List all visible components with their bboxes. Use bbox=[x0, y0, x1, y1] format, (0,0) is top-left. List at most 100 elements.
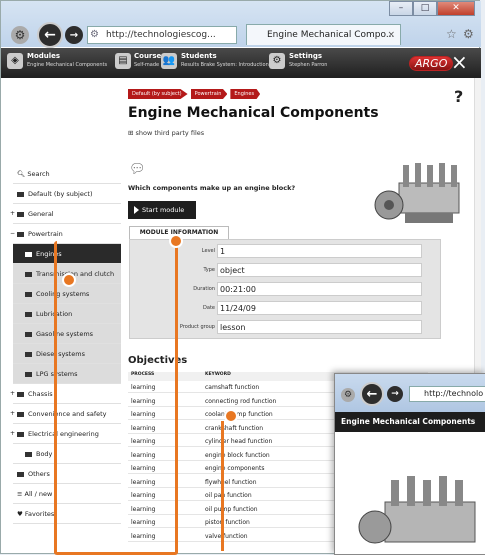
modules-menu[interactable]: Modules Engine Mechanical Components bbox=[27, 52, 107, 69]
folder-icon bbox=[17, 231, 24, 237]
folder-icon bbox=[17, 471, 24, 477]
settings-gear-icon: ⚙ bbox=[269, 53, 285, 69]
sidebar-item-label: General bbox=[28, 210, 54, 218]
info-value: lesson bbox=[217, 320, 422, 334]
courses-icon: ▤ bbox=[115, 53, 131, 69]
collapse-icon[interactable]: − bbox=[10, 224, 15, 244]
folder-icon bbox=[17, 191, 24, 197]
modules-title: Modules bbox=[27, 52, 61, 60]
keyword-cell: engine components bbox=[205, 465, 265, 472]
minimize-button[interactable]: – bbox=[389, 1, 413, 16]
column-header: KEYWORD bbox=[205, 372, 231, 377]
folder-icon bbox=[25, 311, 32, 317]
students-title: Students bbox=[181, 52, 217, 60]
settings-subtitle: Stephen Parron bbox=[289, 62, 328, 68]
info-value: object bbox=[217, 263, 422, 277]
preview-address-bar[interactable]: http://technolo bbox=[409, 386, 485, 402]
expand-icon[interactable]: + bbox=[10, 384, 15, 404]
sidebar-item-label: Search bbox=[27, 170, 50, 178]
highlight-marker bbox=[169, 234, 183, 248]
site-icon: ⚙ bbox=[90, 29, 99, 40]
students-subtitle: Results Brake System: Introduction bbox=[181, 62, 269, 68]
folder-icon bbox=[25, 291, 32, 297]
argo-logo: ARGO bbox=[409, 56, 454, 71]
address-bar[interactable]: http://technologiescog... bbox=[87, 26, 237, 44]
folder-icon bbox=[17, 391, 24, 397]
app-header: ◈ Modules Engine Mechanical Components ▤… bbox=[1, 48, 481, 78]
third-party-toggle[interactable]: ⊞ show third party files bbox=[128, 129, 204, 137]
start-module-button[interactable]: Start module bbox=[128, 201, 196, 219]
students-menu[interactable]: Students Results Brake System: Introduct… bbox=[181, 52, 269, 69]
keyword-cell: engine block function bbox=[205, 451, 270, 459]
keyword-cell: oil pump function bbox=[205, 505, 258, 513]
keyword-cell: connecting rod function bbox=[205, 397, 277, 405]
keyword-cell: camshaft function bbox=[205, 384, 260, 391]
info-value: 1 bbox=[217, 244, 422, 258]
close-window-button[interactable]: ✕ bbox=[437, 1, 475, 16]
highlight-marker bbox=[62, 273, 76, 287]
folder-icon bbox=[25, 331, 32, 337]
keyword-cell: valve function bbox=[205, 532, 248, 540]
expand-icon[interactable]: + bbox=[10, 404, 15, 424]
preview-forward-icon[interactable]: → bbox=[387, 386, 403, 402]
third-party-label: show third party files bbox=[135, 129, 205, 137]
sidebar-item-default[interactable]: Default (by subject) bbox=[13, 184, 121, 204]
favorites-star-icon[interactable]: ☆ bbox=[446, 27, 457, 41]
forward-arrow-icon[interactable]: → bbox=[65, 26, 83, 44]
preview-toolbar: ⚙ ← → http://technolo bbox=[335, 374, 485, 412]
tab-close-icon[interactable]: × bbox=[387, 25, 395, 45]
sidebar-item-label: All / new bbox=[24, 490, 53, 498]
keyword-cell: piston function bbox=[205, 519, 250, 526]
tools-gear-icon[interactable]: ⚙ bbox=[463, 27, 474, 41]
breadcrumb-item[interactable]: Engines bbox=[230, 89, 261, 99]
info-value: 11/24/09 bbox=[217, 301, 422, 315]
expand-icon[interactable]: + bbox=[10, 424, 15, 444]
keyword-cell: crankshaft function bbox=[205, 424, 264, 432]
sidebar-item-label: Others bbox=[28, 470, 50, 478]
help-icon[interactable]: ? bbox=[454, 87, 463, 106]
sidebar-item-label: Favorites bbox=[24, 510, 55, 518]
module-question: Which components make up an engine block… bbox=[128, 184, 296, 192]
preview-title: Engine Mechanical Components bbox=[335, 412, 485, 432]
app-close-icon[interactable]: × bbox=[451, 50, 468, 74]
browser-tab[interactable]: Engine Mechanical Compo... × bbox=[246, 24, 401, 45]
folder-icon bbox=[25, 451, 32, 457]
highlight-connector bbox=[221, 421, 224, 551]
modules-subtitle: Engine Mechanical Components bbox=[27, 62, 108, 68]
keyword-cell: flywheel function bbox=[205, 478, 257, 486]
maximize-button[interactable]: □ bbox=[413, 1, 437, 16]
page-title: Engine Mechanical Components bbox=[128, 105, 379, 121]
keyword-cell: oil pan function bbox=[205, 492, 252, 499]
folder-icon bbox=[17, 431, 24, 437]
breadcrumb: Default (by subject) Powertrain Engines bbox=[128, 89, 261, 99]
folder-icon bbox=[25, 351, 32, 357]
question-bubble-icon: 💬︎ bbox=[129, 162, 146, 177]
browser-window: – □ ✕ ⚙ ← → http://technologiescog... ⚙ … bbox=[0, 0, 485, 555]
sidebar-item-label: Body bbox=[36, 450, 53, 458]
breadcrumb-item[interactable]: Default (by subject) bbox=[128, 89, 188, 99]
settings-menu[interactable]: Settings Stephen Parron bbox=[289, 52, 327, 69]
settings-title: Settings bbox=[289, 52, 323, 60]
preview-gear-icon: ⚙ bbox=[341, 388, 355, 402]
tab-title: Engine Mechanical Compo... bbox=[267, 30, 395, 40]
folder-icon bbox=[17, 211, 24, 217]
expand-icon[interactable]: + bbox=[10, 204, 15, 224]
browser-gear-icon[interactable]: ⚙ bbox=[11, 26, 29, 44]
preview-engine-image bbox=[358, 476, 476, 544]
modules-icon: ◈ bbox=[7, 53, 23, 69]
keyword-cell: coolant pump function bbox=[205, 411, 273, 418]
preview-back-icon[interactable]: ← bbox=[360, 382, 384, 406]
highlight-frame bbox=[54, 241, 178, 555]
sidebar-item-search[interactable]: 🔍︎ Search bbox=[13, 164, 121, 184]
window-controls: – □ ✕ bbox=[389, 1, 475, 16]
breadcrumb-item[interactable]: Powertrain bbox=[190, 89, 228, 99]
sidebar-item-label: Default (by subject) bbox=[28, 190, 93, 198]
keyword-cell: cylinder head function bbox=[205, 438, 273, 445]
back-arrow-icon[interactable]: ← bbox=[37, 22, 63, 48]
heart-icon: ♥ bbox=[17, 510, 23, 518]
folder-icon bbox=[17, 411, 24, 417]
title-bar: – □ ✕ ⚙ ← → http://technologiescog... ⚙ … bbox=[1, 1, 481, 48]
preview-window: ⚙ ← → http://technolo Engine Mechanical … bbox=[334, 373, 485, 555]
sidebar-item-general[interactable]: + General bbox=[10, 204, 121, 224]
folder-icon bbox=[25, 371, 32, 377]
